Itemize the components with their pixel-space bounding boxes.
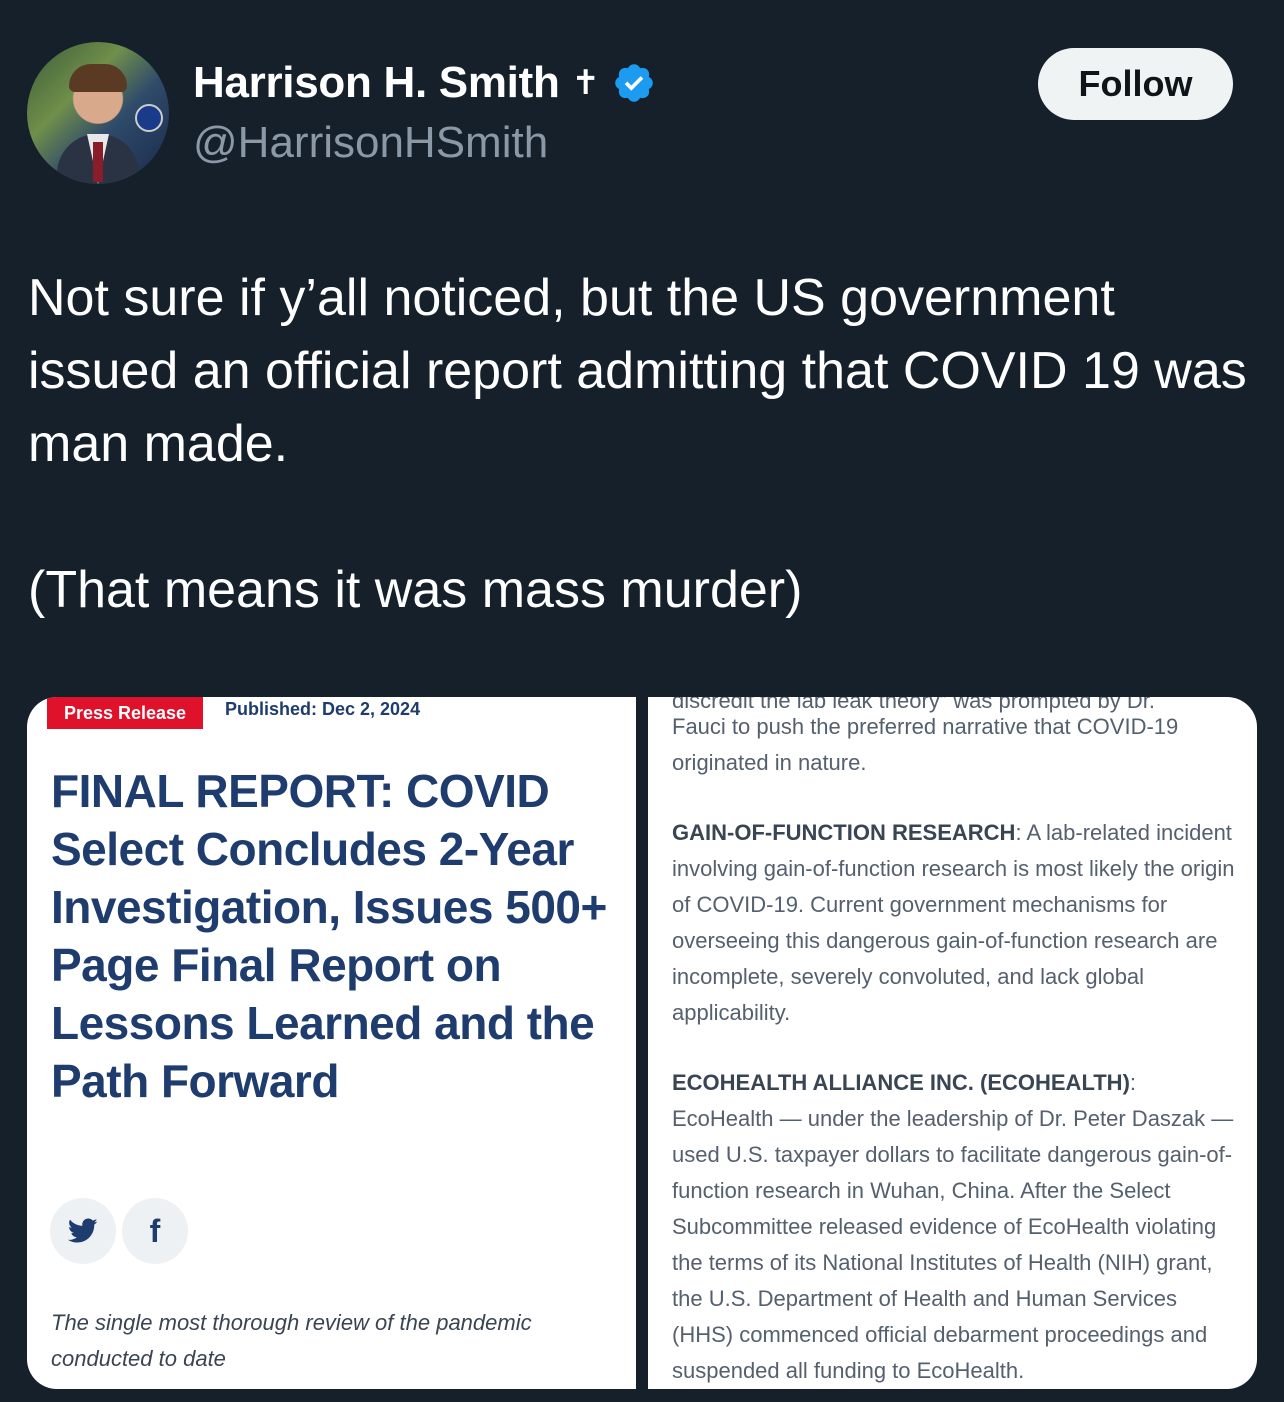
excerpt-body-ecohealth: EcoHealth — under the leadership of Dr. … (672, 1106, 1234, 1383)
report-headline: FINAL REPORT: COVID Select Concludes 2-Y… (51, 765, 607, 1107)
media-image-press-release[interactable]: Press Release Published: Dec 2, 2024 FIN… (27, 697, 636, 1389)
avatar[interactable] (27, 42, 169, 184)
avatar-hair (69, 64, 127, 92)
media-image-report-excerpt[interactable]: discredit the lab leak theory” was promp… (648, 697, 1257, 1389)
twitter-share-button (50, 1198, 116, 1264)
author-display-name[interactable]: Harrison H. Smith (193, 58, 560, 108)
cross-icon: ✝ (571, 64, 601, 102)
press-release-badge: Press Release (47, 697, 203, 729)
excerpt-paragraph-ecohealth: ECOHEALTH ALLIANCE INC. (ECOHEALTH): EcoH… (672, 1065, 1237, 1389)
facebook-share-button: f (122, 1198, 188, 1264)
excerpt-body-gof: : A lab-related incident involving gain-… (672, 820, 1235, 1025)
excerpt-heading-gof: GAIN-OF-FUNCTION RESEARCH (672, 820, 1016, 845)
twitter-bird-icon (68, 1218, 98, 1243)
author-name-row: Harrison H. Smith ✝ (193, 58, 656, 108)
facebook-f-icon: f (149, 1212, 161, 1249)
tweet-media-grid: Press Release Published: Dec 2, 2024 FIN… (27, 697, 1257, 1389)
tweet-text-spacer (28, 481, 1258, 554)
tweet-text-line-2: (That means it was mass murder) (28, 561, 803, 619)
excerpt-paragraph-fauci: Fauci to push the preferred narrative th… (672, 714, 1179, 775)
excerpt-paragraph-gof: GAIN-OF-FUNCTION RESEARCH: A lab-related… (672, 815, 1237, 1031)
excerpt-heading-ecohealth-colon: : (1129, 1070, 1137, 1095)
excerpt-heading-ecohealth: ECOHEALTH ALLIANCE INC. (ECOHEALTH) (672, 1070, 1130, 1095)
excerpt-body: Fauci to push the preferred narrative th… (672, 709, 1237, 1389)
author-handle[interactable]: @HarrisonHSmith (193, 118, 548, 168)
follow-button[interactable]: Follow (1038, 48, 1233, 120)
tweet-text-line-1: Not sure if y’all noticed, but the US go… (28, 269, 1247, 473)
avatar-tie (93, 142, 103, 182)
tweet-page: Harrison H. Smith ✝ @HarrisonHSmith Foll… (0, 0, 1284, 1402)
verified-badge-icon (615, 64, 653, 102)
avatar-logo-badge (135, 104, 163, 132)
tweet-text: Not sure if y’all noticed, but the US go… (28, 262, 1258, 627)
press-release-subtitle: The single most thorough review of the p… (51, 1310, 532, 1371)
published-date: Published: Dec 2, 2024 (225, 699, 421, 719)
